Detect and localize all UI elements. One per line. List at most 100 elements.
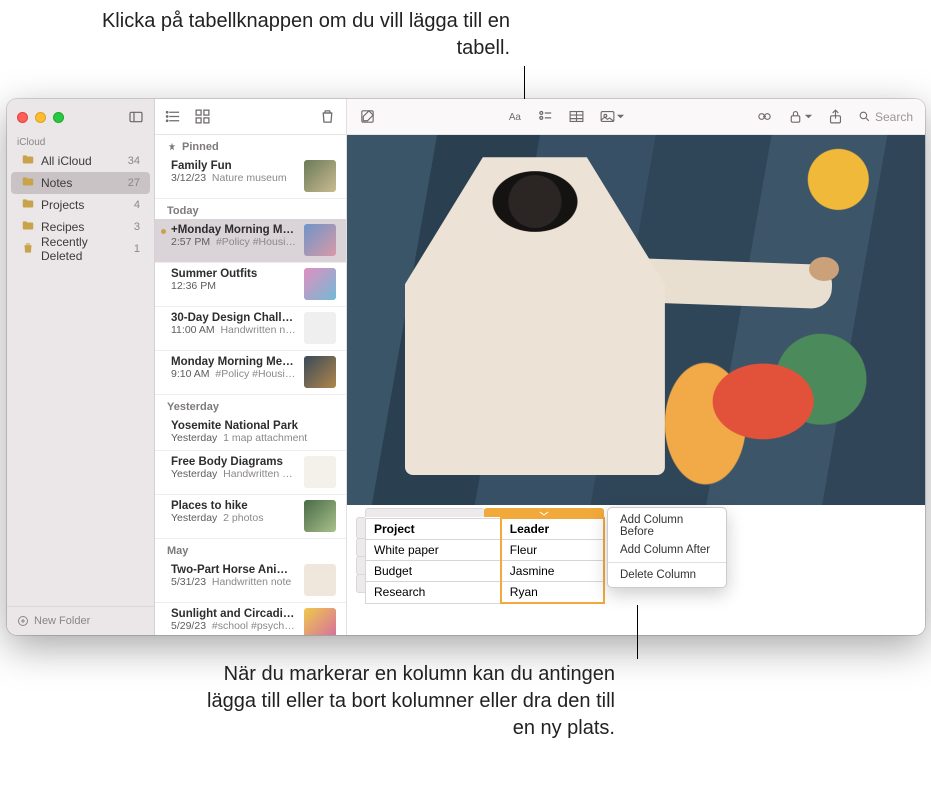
notes-list-toolbar: [155, 99, 346, 135]
sidebar-item-label: Notes: [41, 176, 72, 190]
sidebar-item-label: Recently Deleted: [41, 235, 128, 263]
new-folder-button[interactable]: New Folder: [7, 606, 154, 635]
sidebar-item-label: Projects: [41, 198, 84, 212]
note-sub: 5/29/23 #school #psycholo…: [171, 620, 298, 632]
table-icon[interactable]: [568, 108, 585, 125]
note-thumbnail: [304, 268, 336, 300]
note-title: +Monday Morning Mee…: [171, 224, 298, 236]
note-title: Free Body Diagrams: [171, 456, 298, 468]
note-title: 30-Day Design Challen…: [171, 312, 298, 324]
note-row[interactable]: Two-Part Horse Anima… 5/31/23 Handwritte…: [155, 559, 346, 603]
sidebar-item-label: Recipes: [41, 220, 84, 234]
compose-icon[interactable]: [359, 108, 376, 125]
menu-item-add-column-before[interactable]: Add Column Before: [608, 511, 726, 541]
table-cell[interactable]: Jasmine: [501, 561, 604, 582]
row-handle[interactable]: [356, 574, 365, 593]
note-row[interactable]: Summer Outfits 12:36 PM: [155, 263, 346, 307]
format-icon[interactable]: Aa: [506, 108, 523, 125]
note-row[interactable]: Yosemite National Park Yesterday 1 map a…: [155, 415, 346, 451]
table-cell[interactable]: White paper: [366, 540, 501, 561]
row-handle[interactable]: [356, 517, 365, 539]
app-window: iCloud All iCloud 34 Notes 27 Projects 4…: [7, 99, 925, 635]
note-row[interactable]: +Monday Morning Mee… 2:57 PM #Policy #Ho…: [155, 219, 346, 263]
trash-icon: [21, 241, 35, 258]
table-row[interactable]: Budget Jasmine: [366, 561, 605, 582]
column-handle-selected[interactable]: [484, 508, 604, 517]
link-icon[interactable]: [756, 108, 773, 125]
sidebar: iCloud All iCloud 34 Notes 27 Projects 4…: [7, 99, 155, 635]
new-folder-label: New Folder: [34, 615, 90, 627]
table-row[interactable]: White paper Fleur: [366, 540, 605, 561]
note-row[interactable]: Free Body Diagrams Yesterday Handwritten…: [155, 451, 346, 495]
note-sub: 3/12/23 Nature museum: [171, 172, 298, 184]
sidebar-item-all-icloud[interactable]: All iCloud 34: [11, 150, 150, 172]
table-header[interactable]: Leader: [501, 518, 604, 540]
note-thumbnail: [304, 500, 336, 532]
sidebar-item-count: 3: [134, 221, 140, 233]
note-row[interactable]: Monday Morning Meeting 9:10 AM #Policy #…: [155, 351, 346, 395]
table-cell[interactable]: Research: [366, 582, 501, 604]
grid-view-icon[interactable]: [194, 108, 211, 125]
note-sub: 12:36 PM: [171, 280, 298, 292]
sidebar-item-count: 34: [128, 155, 140, 167]
callout-line-top: [524, 66, 525, 99]
note-sub: 5/31/23 Handwritten note: [171, 576, 298, 588]
close-window-button[interactable]: [17, 112, 28, 123]
sidebar-titlebar: [7, 99, 154, 135]
note-row[interactable]: Places to hike Yesterday 2 photos: [155, 495, 346, 539]
row-handle[interactable]: [356, 556, 365, 575]
sidebar-item-recently-deleted[interactable]: Recently Deleted 1: [11, 238, 150, 260]
section-header-today: Today: [155, 199, 346, 219]
sidebar-item-count: 4: [134, 199, 140, 211]
row-handle[interactable]: [356, 538, 365, 557]
toggle-sidebar-icon[interactable]: [128, 109, 144, 125]
shared-indicator-icon: [161, 229, 166, 234]
note-sub: 9:10 AM #Policy #Housing…: [171, 368, 298, 380]
note-editor-pane: Aa Search: [347, 99, 925, 635]
main-toolbar: Aa Search: [347, 99, 925, 135]
note-table-area: Project Leader White paper Fleur Budget …: [347, 505, 925, 616]
folder-icon: [21, 153, 35, 170]
svg-text:Aa: Aa: [509, 112, 522, 123]
minimize-window-button[interactable]: [35, 112, 46, 123]
table-cell[interactable]: Fleur: [501, 540, 604, 561]
table-cell[interactable]: Ryan: [501, 582, 604, 604]
note-row[interactable]: Family Fun 3/12/23 Nature museum: [155, 155, 346, 199]
section-header-pinned: Pinned: [155, 135, 346, 155]
note-sub: 11:00 AM Handwritten note: [171, 324, 298, 336]
search-field[interactable]: Search: [858, 110, 913, 124]
delete-note-icon[interactable]: [319, 108, 336, 125]
note-table[interactable]: Project Leader White paper Fleur Budget …: [365, 517, 605, 604]
table-row[interactable]: Research Ryan: [366, 582, 605, 604]
note-row[interactable]: Sunlight and Circadian… 5/29/23 #school …: [155, 603, 346, 635]
sidebar-item-count: 27: [128, 177, 140, 189]
column-handle[interactable]: [365, 508, 485, 517]
sidebar-item-count: 1: [134, 243, 140, 255]
maximize-window-button[interactable]: [53, 112, 64, 123]
table-header[interactable]: Project: [366, 518, 501, 540]
callout-line-bottom: [637, 605, 638, 659]
row-handles: [356, 517, 365, 592]
share-icon[interactable]: [827, 108, 844, 125]
section-header-yesterday: Yesterday: [155, 395, 346, 415]
sidebar-item-projects[interactable]: Projects 4: [11, 194, 150, 216]
sidebar-item-notes[interactable]: Notes 27: [11, 172, 150, 194]
list-view-icon[interactable]: [165, 108, 182, 125]
note-row[interactable]: 30-Day Design Challen… 11:00 AM Handwrit…: [155, 307, 346, 351]
note-thumbnail: [304, 356, 336, 388]
callout-bottom: När du markerar en kolumn kan du antinge…: [195, 661, 615, 742]
note-sub: 2:57 PM #Policy #Housing…: [171, 236, 298, 248]
table-cell[interactable]: Budget: [366, 561, 501, 582]
lock-icon[interactable]: [787, 108, 813, 126]
note-title: Monday Morning Meeting: [171, 356, 298, 368]
notes-scroll[interactable]: Pinned Family Fun 3/12/23 Nature museum …: [155, 135, 346, 635]
note-sub: Yesterday Handwritten note: [171, 468, 298, 480]
menu-item-delete-column[interactable]: Delete Column: [608, 566, 726, 584]
menu-item-add-column-after[interactable]: Add Column After: [608, 541, 726, 559]
sidebar-list: All iCloud 34 Notes 27 Projects 4 Recipe…: [7, 150, 154, 606]
media-icon[interactable]: [599, 108, 625, 126]
column-handles: [365, 508, 603, 517]
checklist-icon[interactable]: [537, 108, 554, 125]
column-context-menu: Add Column Before Add Column After Delet…: [607, 507, 727, 588]
folder-icon: [21, 219, 35, 236]
